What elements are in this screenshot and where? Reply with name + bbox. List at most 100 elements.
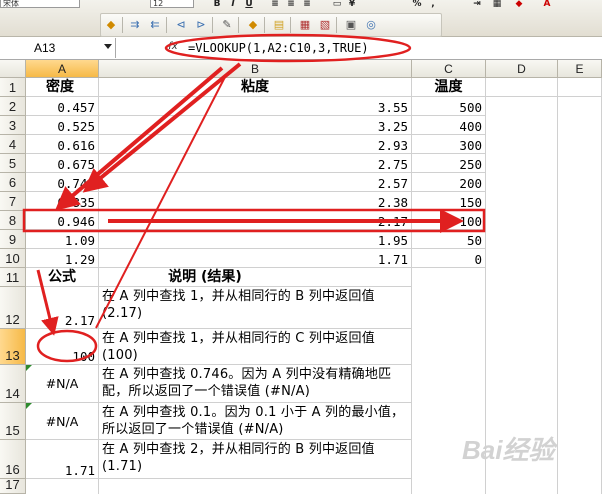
density-cell[interactable]: 0.675	[26, 154, 99, 173]
description-cell[interactable]: 在 A 列中查找 1，并从相同行的 C 列中返回值 (100)	[99, 329, 412, 365]
font-size-select[interactable]: 12	[150, 0, 194, 8]
column-header-a[interactable]: A	[26, 60, 99, 78]
align-right-icon[interactable]: ≡	[300, 0, 314, 8]
row-header[interactable]: 13	[0, 329, 26, 365]
density-cell[interactable]: 0.457	[26, 97, 99, 116]
density-cell[interactable]: 0.525	[26, 116, 99, 135]
viscosity-cell[interactable]: 1.71	[99, 249, 412, 268]
trace-precedents-icon[interactable]: ⇉	[127, 18, 143, 32]
column-header-b[interactable]: B	[99, 60, 412, 78]
viscosity-cell[interactable]: 2.17	[99, 211, 412, 230]
align-left-icon[interactable]: ≡	[268, 0, 282, 8]
empty-cell[interactable]	[26, 479, 99, 494]
insert-function-icon[interactable]: fx	[166, 40, 180, 54]
italic-button[interactable]: I	[226, 0, 240, 8]
header-temperature[interactable]: 温度	[412, 78, 486, 97]
header-viscosity[interactable]: 粘度	[99, 78, 412, 97]
row-header[interactable]: 5	[0, 154, 26, 173]
header-formula[interactable]: 公式	[26, 268, 99, 287]
row-header[interactable]: 7	[0, 192, 26, 211]
row-header[interactable]: 8	[0, 211, 26, 230]
underline-button[interactable]: U	[242, 0, 256, 8]
chevron-down-icon[interactable]	[104, 44, 112, 49]
header-density[interactable]: 密度	[26, 78, 99, 97]
indent-icon[interactable]: ⇥	[470, 0, 484, 8]
viscosity-cell[interactable]: 1.95	[99, 230, 412, 249]
row-header[interactable]: 17	[0, 477, 26, 494]
merge-icon[interactable]: ▭	[330, 0, 344, 8]
row-header[interactable]: 9	[0, 230, 26, 249]
error-result-cell[interactable]: #N/A	[26, 403, 99, 440]
description-cell[interactable]: 在 A 列中查找 1，并从相同行的 B 列中返回值 (2.17)	[99, 287, 412, 329]
empty-cell[interactable]	[486, 78, 558, 97]
result-cell[interactable]: 1.71	[26, 440, 99, 479]
description-cell[interactable]: 在 A 列中查找 0.1。因为 0.1 小于 A 列的最小值，所以返回了一个错误…	[99, 403, 412, 440]
remove-precedent-arrows-icon[interactable]: ⇇	[147, 18, 163, 32]
row-header[interactable]: 6	[0, 173, 26, 192]
header-description[interactable]: 说明 (结果)	[99, 268, 412, 287]
font-color-icon[interactable]: A	[540, 0, 554, 8]
density-cell[interactable]: 1.09	[26, 230, 99, 249]
trace-error-icon[interactable]: ◆	[245, 18, 261, 32]
temperature-cell[interactable]: 200	[412, 173, 486, 192]
currency-icon[interactable]: ¥	[345, 0, 359, 8]
temperature-cell[interactable]: 500	[412, 97, 486, 116]
name-box[interactable]: A13	[0, 38, 116, 58]
formula-input[interactable]: =VLOOKUP(1,A2:C10,3,TRUE)	[188, 37, 369, 59]
trace-dependents-icon[interactable]: ⊲	[173, 18, 189, 32]
row-header[interactable]: 1	[0, 78, 26, 97]
description-cell[interactable]: 在 A 列中查找 2，并从相同行的 B 列中返回值 (1.71)	[99, 440, 412, 479]
empty-cell[interactable]	[486, 97, 558, 268]
density-cell[interactable]: 0.835	[26, 192, 99, 211]
viscosity-cell[interactable]: 2.38	[99, 192, 412, 211]
row-header[interactable]: 14	[0, 365, 26, 403]
select-all-corner[interactable]	[0, 60, 26, 78]
fill-color-icon[interactable]: ◆	[512, 0, 526, 8]
density-cell[interactable]: 1.29	[26, 249, 99, 268]
circle-invalid-data-icon[interactable]: ▦	[297, 18, 313, 32]
row-header[interactable]: 3	[0, 116, 26, 135]
watch-window-icon[interactable]: ▣	[343, 18, 359, 32]
selected-result-cell[interactable]: 100	[26, 329, 99, 365]
error-result-cell[interactable]: #N/A	[26, 365, 99, 403]
bold-button[interactable]: B	[210, 0, 224, 8]
row-header[interactable]: 15	[0, 403, 26, 440]
temperature-cell[interactable]: 0	[412, 249, 486, 268]
font-name-select[interactable]: 宋体	[0, 0, 80, 8]
viscosity-cell[interactable]: 2.93	[99, 135, 412, 154]
column-header-d[interactable]: D	[486, 60, 558, 78]
row-header[interactable]: 11	[0, 268, 26, 287]
temperature-cell[interactable]: 100	[412, 211, 486, 230]
row-header[interactable]: 2	[0, 97, 26, 116]
row-header[interactable]: 16	[0, 440, 26, 479]
align-center-icon[interactable]: ≡	[284, 0, 298, 8]
density-cell[interactable]: 0.746	[26, 173, 99, 192]
empty-cell[interactable]	[99, 479, 412, 494]
clear-validation-circles-icon[interactable]: ▧	[317, 18, 333, 32]
row-header[interactable]: 10	[0, 249, 26, 268]
percent-button[interactable]: %	[410, 0, 424, 8]
description-cell[interactable]: 在 A 列中查找 0.746。因为 A 列中没有精确地匹配，所以返回了一个错误值…	[99, 365, 412, 403]
remove-all-arrows-icon[interactable]: ✎	[219, 18, 235, 32]
border-icon[interactable]: ▦	[490, 0, 504, 8]
error-check-icon[interactable]: ◆	[103, 18, 119, 32]
viscosity-cell[interactable]: 3.55	[99, 97, 412, 116]
density-cell[interactable]: 0.946	[26, 211, 99, 230]
row-header[interactable]: 12	[0, 287, 26, 329]
evaluate-formula-icon[interactable]: ◎	[363, 18, 379, 32]
temperature-cell[interactable]: 400	[412, 116, 486, 135]
column-header-c[interactable]: C	[412, 60, 486, 78]
row-header[interactable]: 4	[0, 135, 26, 154]
empty-cell[interactable]	[558, 78, 602, 97]
empty-cell[interactable]	[558, 97, 602, 268]
viscosity-cell[interactable]: 2.75	[99, 154, 412, 173]
temperature-cell[interactable]: 150	[412, 192, 486, 211]
density-cell[interactable]: 0.616	[26, 135, 99, 154]
comma-button[interactable]: ,	[426, 0, 440, 8]
viscosity-cell[interactable]: 2.57	[99, 173, 412, 192]
temperature-cell[interactable]: 250	[412, 154, 486, 173]
new-comment-icon[interactable]: ▤	[271, 18, 287, 32]
result-cell[interactable]: 2.17	[26, 287, 99, 329]
viscosity-cell[interactable]: 3.25	[99, 116, 412, 135]
remove-dependent-arrows-icon[interactable]: ⊳	[193, 18, 209, 32]
